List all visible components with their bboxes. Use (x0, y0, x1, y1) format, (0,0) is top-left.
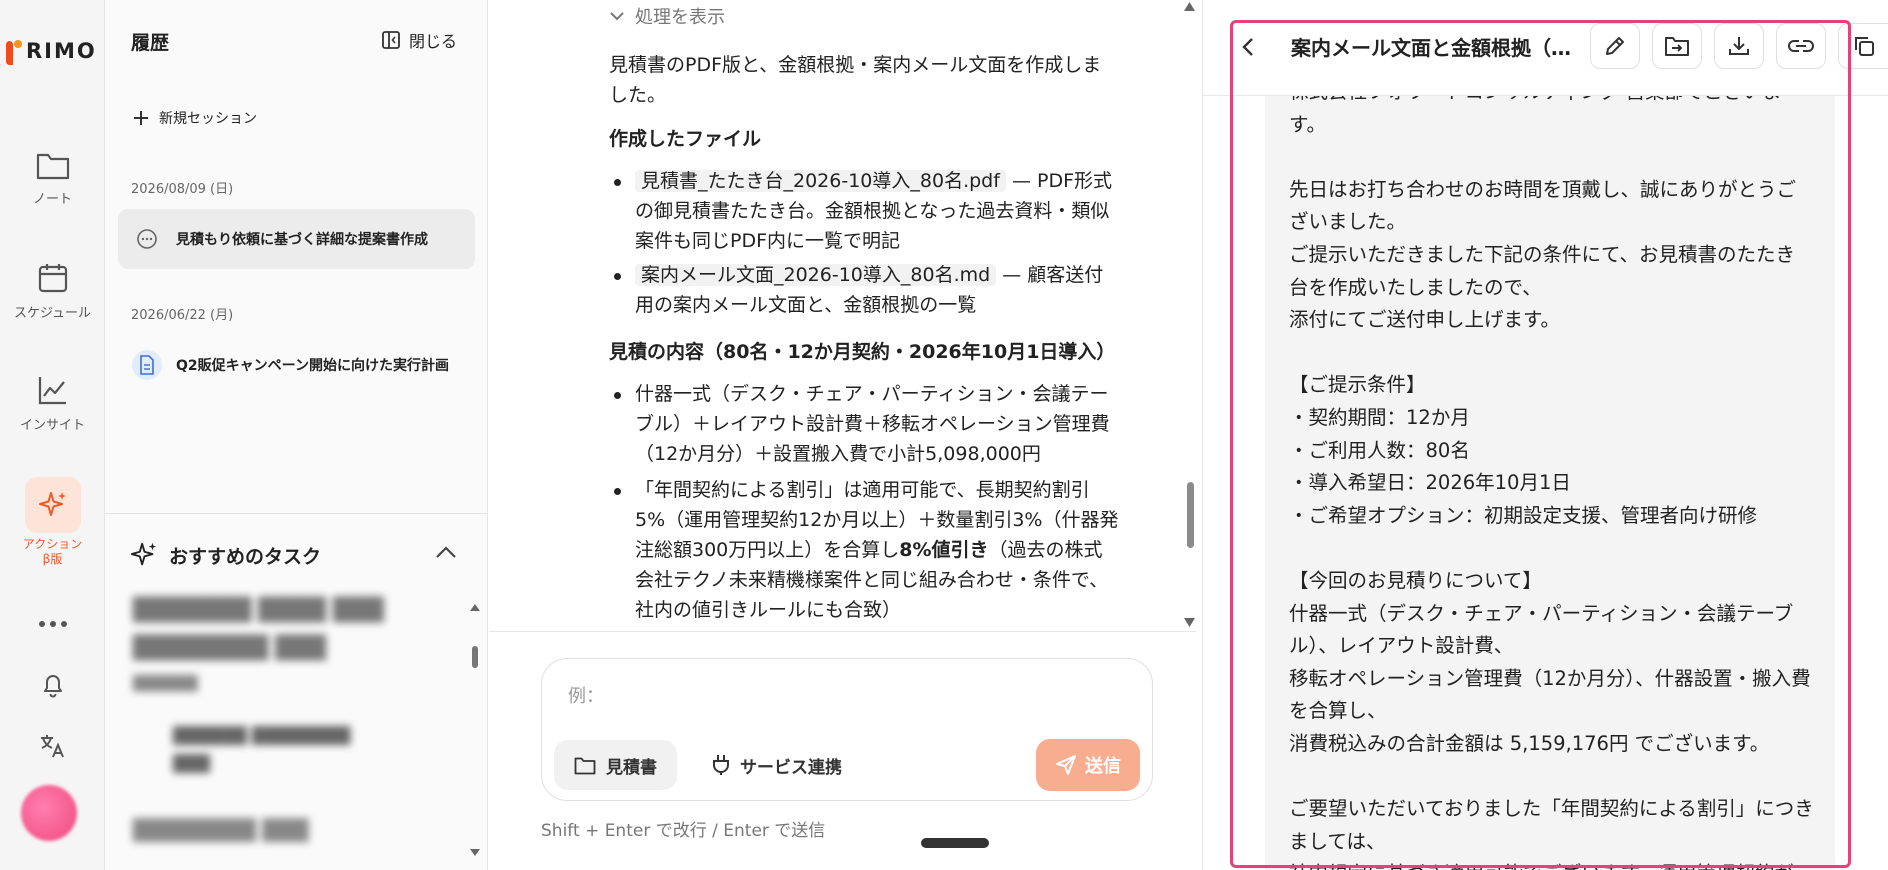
beta-badge: β版 (42, 552, 63, 566)
plug-icon (713, 755, 729, 775)
logo-mark-icon (6, 37, 22, 65)
back-button[interactable] (1241, 36, 1255, 62)
document-text: 株式会社フォワードコンサルティング 営業部でございます。 先日はお打ち合わせのお… (1289, 80, 1814, 870)
history-item-title: Q2販促キャンペーン開始に向けた実行計画 (176, 358, 449, 374)
recommended-tasks-title: おすすめのタスク (169, 545, 322, 568)
pencil-icon (1606, 37, 1624, 55)
divider (489, 631, 1196, 632)
folder-icon (574, 757, 596, 775)
chevron-up-icon (436, 546, 456, 558)
show-process-label: 処理を表示 (635, 7, 725, 28)
show-process-toggle[interactable]: 処理を表示 (609, 3, 725, 29)
calendar-icon (38, 264, 67, 293)
recommended-tasks-header[interactable]: おすすめのタスク (129, 540, 321, 570)
send-button[interactable]: 送信 (1036, 739, 1140, 791)
collapse-button[interactable] (435, 545, 457, 563)
rail-item-notes[interactable]: ノート (0, 150, 105, 207)
assistant-message-intro: 見積書のPDF版と、金額根拠・案内メール文面を作成しました。 (609, 54, 1102, 106)
download-button[interactable] (1714, 23, 1764, 69)
edit-button[interactable] (1590, 23, 1640, 69)
chat-panel: 処理を表示 見積書のPDF版と、金額根拠・案内メール文面を作成しました。 作成し… (489, 0, 1196, 870)
estimate-button-label: 見積書 (606, 757, 657, 778)
chevron-left-icon (1242, 38, 1253, 56)
scrollbar[interactable] (469, 600, 481, 860)
document-header: 案内メール文面と金額根拠（2026-10導入_80名） (1203, 0, 1888, 96)
translate-button[interactable] (0, 733, 105, 759)
new-session-label: 新規セッション (159, 111, 257, 127)
service-integration-button[interactable]: サービス連携 (702, 740, 852, 790)
document-title: 案内メール文面と金額根拠（2026-10導入_80名） (1291, 36, 1581, 60)
history-item[interactable]: 見積もり依頼に基づく詳細な提案書作成 (118, 209, 475, 269)
close-history-button[interactable]: 閉じる (381, 28, 457, 52)
send-label: 送信 (1085, 756, 1121, 777)
chat-icon (132, 224, 162, 254)
date-label: 2026/06/22 (月) (131, 308, 234, 323)
document-icon (132, 350, 162, 380)
rail-item-insight[interactable]: インサイト (0, 374, 105, 433)
rail-item-schedule[interactable]: スケジュール (0, 262, 105, 321)
left-rail: RIMO ノート スケジュール インサイト アクション β版 (0, 0, 105, 870)
app-logo[interactable]: RIMO (6, 37, 97, 65)
date-label: 2026/08/09 (日) (131, 182, 234, 197)
logo-text: RIMO (26, 39, 97, 63)
download-icon (1729, 37, 1749, 55)
plus-icon (134, 111, 148, 125)
service-button-label: サービス連携 (740, 757, 842, 778)
copy-icon (1855, 37, 1874, 56)
files-heading: 作成したファイル (609, 128, 762, 150)
chevron-down-icon (610, 12, 624, 21)
recommended-tasks-list: ███████ ████ ███ ████████ ███ ██████ ████… (133, 598, 384, 842)
divider (105, 513, 488, 514)
notifications-button[interactable] (0, 672, 105, 698)
estimate-list: 什器一式（デスク・チェア・パーティション・会議テーブル）＋レイアウト設計費＋移転… (609, 379, 1119, 625)
link-icon (1788, 40, 1814, 52)
list-item: 案内メール文面_2026-10導入_80名.md — 顧客送付用の案内メール文面… (609, 260, 1119, 320)
rail-item-label: インサイト (19, 418, 85, 433)
folder-icon (36, 153, 69, 180)
drag-handle[interactable] (921, 838, 989, 848)
rail-item-label: スケジュール (13, 306, 92, 321)
send-icon (1056, 755, 1076, 775)
history-item[interactable]: Q2販促キャンペーン開始に向けた実行計画 (118, 335, 475, 395)
history-panel: 履歴 閉じる 新規セッション 2026/08/09 (日) 見積もり依頼に基づく… (105, 0, 488, 870)
close-label: 閉じる (408, 32, 457, 51)
chart-line-icon (38, 377, 66, 405)
scrollbar-thumb[interactable] (1187, 482, 1194, 548)
file-link[interactable]: 見積書_たたき台_2026-10導入_80名.pdf (635, 170, 1006, 192)
avatar[interactable] (21, 785, 77, 841)
rail-item-label: アクション (22, 537, 83, 551)
list-item: 見積書_たたき台_2026-10導入_80名.pdf — PDF形式の御見積書た… (609, 166, 1119, 256)
copy-button[interactable] (1838, 23, 1888, 69)
action-icon-box (24, 477, 81, 533)
more-icon (38, 621, 67, 627)
document-panel: 株式会社フォワードコンサルティング 営業部でございます。 先日はお打ち合わせのお… (1202, 0, 1888, 870)
list-item: 「年間契約による割引」は適用可能で、長期契約割引5%（運用管理契約12か月以上）… (609, 475, 1119, 625)
rail-item-action[interactable]: アクション β版 (0, 477, 105, 567)
save-to-folder-button[interactable] (1652, 23, 1702, 69)
folder-import-icon (1665, 37, 1689, 56)
copy-link-button[interactable] (1776, 23, 1826, 69)
rail-item-label: ノート (32, 192, 72, 207)
estimate-folder-button[interactable]: 見積書 (554, 740, 677, 790)
estimate-heading: 見積の内容（80名・12か月契約・2026年10月1日導入） (609, 341, 1116, 363)
keyboard-hint: Shift + Enter で改行 / Enter で送信 (541, 821, 826, 841)
message-composer: 見積書 サービス連携 送信 (541, 658, 1153, 801)
translate-icon (40, 735, 64, 758)
history-item-title: 見積もり依頼に基づく詳細な提案書作成 (176, 232, 428, 248)
discount-emphasis: 8%値引き (899, 539, 989, 561)
new-session-button[interactable]: 新規セッション (133, 108, 257, 128)
more-button[interactable] (0, 620, 105, 628)
file-link[interactable]: 案内メール文面_2026-10導入_80名.md (635, 264, 997, 286)
sidebar-collapse-icon (382, 31, 400, 49)
bell-icon (43, 675, 62, 698)
message-input[interactable] (568, 686, 1108, 707)
sparkle-icon (38, 492, 66, 516)
files-list: 見積書_たたき台_2026-10導入_80名.pdf — PDF形式の御見積書た… (609, 166, 1119, 320)
list-item: 什器一式（デスク・チェア・パーティション・会議テーブル）＋レイアウト設計費＋移転… (609, 379, 1119, 469)
history-title: 履歴 (131, 32, 170, 54)
sparkle-icon (130, 542, 157, 566)
